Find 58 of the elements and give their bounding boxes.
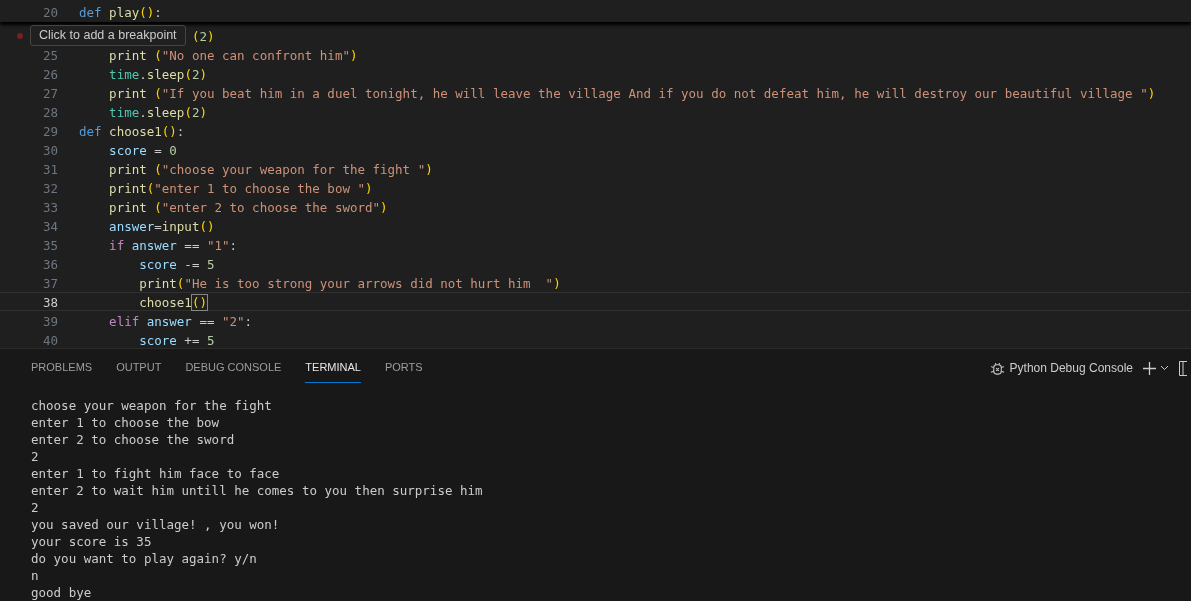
panel-tab[interactable]: OUTPUT	[116, 353, 162, 383]
panel-tab[interactable]: PROBLEMS	[31, 353, 93, 383]
split-icon[interactable]	[1179, 360, 1187, 376]
line-number: 27	[41, 85, 59, 101]
terminal-line: you saved our village! , you won!	[31, 516, 281, 533]
plus-icon[interactable]	[1143, 361, 1156, 375]
terminal-line: 2	[31, 499, 40, 516]
code-line: print("enter 1 to choose the bow ")	[108, 180, 373, 196]
line-number: 31	[41, 161, 59, 177]
terminal-line: choose your weapon for the fight	[31, 397, 273, 414]
chevron-down-icon[interactable]	[1160, 365, 1169, 371]
code-line: def choose1():	[79, 123, 185, 139]
terminal-line: enter 1 to choose the bow	[31, 414, 221, 431]
terminal-line: enter 2 to choose the sword	[31, 431, 236, 448]
panel-tab[interactable]: PORTS	[384, 353, 423, 383]
code-line: score -= 5	[138, 256, 215, 272]
line-number: 32	[41, 180, 59, 196]
line-number: 26	[41, 66, 59, 82]
terminal-line: n	[31, 567, 40, 584]
code-line: (2)	[191, 28, 215, 44]
line-number: 39	[41, 313, 59, 329]
code-line: print ("choose your weapon for the fight ")	[108, 161, 433, 177]
code-line: elif answer == "2":	[108, 313, 253, 329]
code-line: time.sleep(2)	[108, 66, 207, 82]
terminal-line: good bye	[31, 584, 93, 601]
code-line: time.sleep(2)	[108, 104, 207, 120]
code-line: score += 5	[138, 332, 215, 348]
line-number: 28	[41, 104, 59, 120]
bug-icon	[989, 360, 1005, 376]
line-number: 35	[41, 237, 59, 253]
line-number: 30	[41, 142, 59, 158]
line-number: 36	[41, 256, 59, 272]
terminal-line: enter 2 to wait him untill he comes to you then surprise him	[31, 482, 484, 499]
panel-tab[interactable]: TERMINAL	[305, 353, 361, 383]
code-line: score = 0	[108, 142, 177, 158]
terminal-line: do you want to play again? y/n	[31, 550, 258, 567]
line-number: 29	[41, 123, 59, 139]
code-line: print("He is too strong your arrows did not hurt him ")	[138, 275, 561, 291]
tooltip: Click to add a breakpoint	[30, 25, 186, 46]
line-number: 33	[41, 199, 59, 215]
line-number: 37	[41, 275, 59, 291]
terminal-line: enter 1 to fight him face to face	[31, 465, 281, 482]
code-line: choose1()	[138, 294, 207, 310]
code-line: print ("No one can confront him")	[108, 47, 358, 63]
line-number: 38	[41, 294, 59, 310]
terminal-line: 2	[31, 448, 40, 465]
line-number: 25	[41, 47, 59, 63]
line-number: 40	[41, 332, 59, 348]
panel-tab[interactable]: DEBUG CONSOLE	[185, 353, 282, 383]
line-number: 20	[41, 4, 59, 22]
terminal-line: your score is 35	[31, 533, 153, 550]
code-line: answer=input()	[108, 218, 215, 234]
code-line: print ("If you beat him in a duel tonight, he will leave the village And if you do not defeat him, he will destroy our beautiful village ")	[108, 85, 1156, 101]
code-line: print ("enter 2 to choose the sword")	[108, 199, 388, 215]
code-line: if answer == "1":	[108, 237, 238, 253]
terminal-name[interactable]: Python Debug Console	[1009, 359, 1133, 377]
code-line: def play():	[79, 4, 162, 22]
line-number: 34	[41, 218, 59, 234]
